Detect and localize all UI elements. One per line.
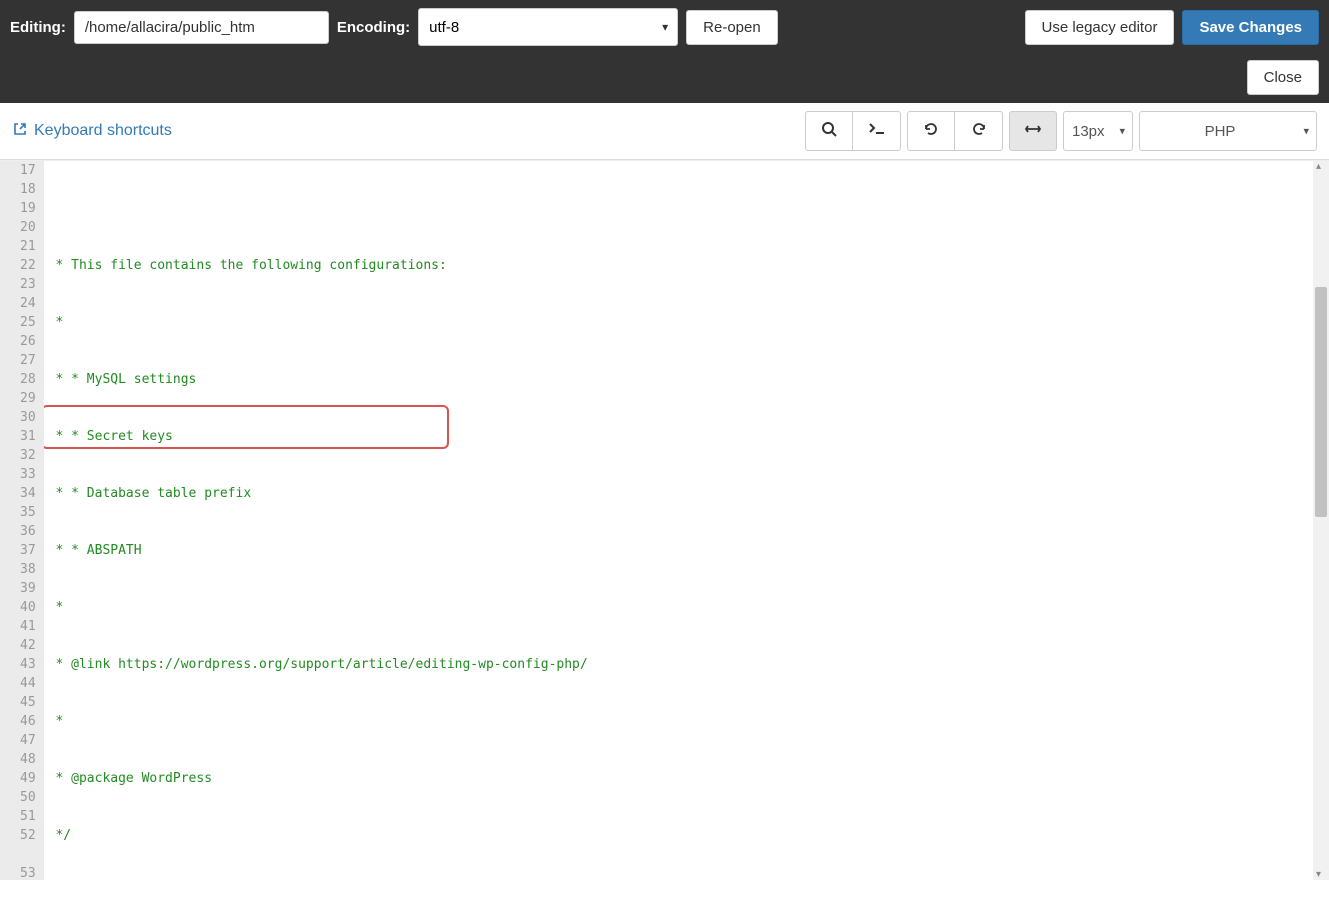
- line-number: 27: [20, 351, 36, 370]
- external-link-icon: [12, 121, 28, 142]
- search-icon: [821, 121, 837, 142]
- undo-redo-group: [907, 111, 1003, 151]
- legacy-editor-button[interactable]: Use legacy editor: [1025, 10, 1175, 45]
- language-select[interactable]: PHP: [1139, 111, 1317, 151]
- line-number: 28: [20, 370, 36, 389]
- terminal-button[interactable]: [853, 111, 901, 151]
- undo-icon: [923, 121, 939, 142]
- vertical-scrollbar[interactable]: [1313, 161, 1329, 880]
- line-number: 25: [20, 313, 36, 332]
- line-number: 50: [20, 788, 36, 807]
- line-number: 17: [20, 161, 36, 180]
- line-number: 40: [20, 598, 36, 617]
- line-number: 32: [20, 446, 36, 465]
- line-number: 48: [20, 750, 36, 769]
- close-button[interactable]: Close: [1247, 60, 1319, 95]
- redo-button[interactable]: [955, 111, 1003, 151]
- line-number: 44: [20, 674, 36, 693]
- reopen-button[interactable]: Re-open: [686, 10, 778, 45]
- font-size-select[interactable]: 13px: [1063, 111, 1133, 151]
- line-number: 23: [20, 275, 36, 294]
- line-number: 41: [20, 617, 36, 636]
- line-number: 43: [20, 655, 36, 674]
- line-number: 30: [20, 408, 36, 427]
- line-number: 35: [20, 503, 36, 522]
- line-number: 29: [20, 389, 36, 408]
- line-number: 39: [20, 579, 36, 598]
- wrap-icon: [1024, 122, 1042, 141]
- line-number: [20, 845, 36, 864]
- wrap-toggle-button[interactable]: [1009, 111, 1057, 151]
- top-bar: Editing: Encoding: utf-8 Re-open Use leg…: [0, 0, 1329, 103]
- terminal-icon: [868, 121, 886, 142]
- line-number: 53: [20, 864, 36, 880]
- undo-button[interactable]: [907, 111, 955, 151]
- line-number: 31: [20, 427, 36, 446]
- line-number: 46: [20, 712, 36, 731]
- search-group: [805, 111, 901, 151]
- scrollbar-thumb[interactable]: [1315, 287, 1327, 517]
- file-path-input[interactable]: [74, 11, 329, 44]
- line-gutter: 1718192021222324252627282930313233343536…: [0, 161, 44, 880]
- line-number: 20: [20, 218, 36, 237]
- search-button[interactable]: [805, 111, 853, 151]
- encoding-select[interactable]: utf-8: [418, 8, 678, 46]
- line-number: 52: [20, 826, 36, 845]
- line-number: 37: [20, 541, 36, 560]
- line-number: 26: [20, 332, 36, 351]
- line-number: 45: [20, 693, 36, 712]
- line-number: 34: [20, 484, 36, 503]
- line-number: 21: [20, 237, 36, 256]
- line-number: 38: [20, 560, 36, 579]
- line-number: 18: [20, 180, 36, 199]
- line-number: 24: [20, 294, 36, 313]
- line-number: 19: [20, 199, 36, 218]
- line-number: 49: [20, 769, 36, 788]
- save-changes-button[interactable]: Save Changes: [1182, 10, 1319, 45]
- editing-label: Editing:: [10, 19, 66, 36]
- redo-icon: [971, 121, 987, 142]
- line-number: 51: [20, 807, 36, 826]
- editor-toolbar: Keyboard shortcuts: [0, 103, 1329, 160]
- line-number: 36: [20, 522, 36, 541]
- line-number: 22: [20, 256, 36, 275]
- line-number: 47: [20, 731, 36, 750]
- code-editor[interactable]: 1718192021222324252627282930313233343536…: [0, 160, 1329, 880]
- keyboard-shortcuts-link[interactable]: Keyboard shortcuts: [12, 121, 172, 142]
- code-area[interactable]: ▾ * This file contains the following con…: [44, 161, 1313, 880]
- line-number: 33: [20, 465, 36, 484]
- line-number: 42: [20, 636, 36, 655]
- encoding-label: Encoding:: [337, 19, 410, 36]
